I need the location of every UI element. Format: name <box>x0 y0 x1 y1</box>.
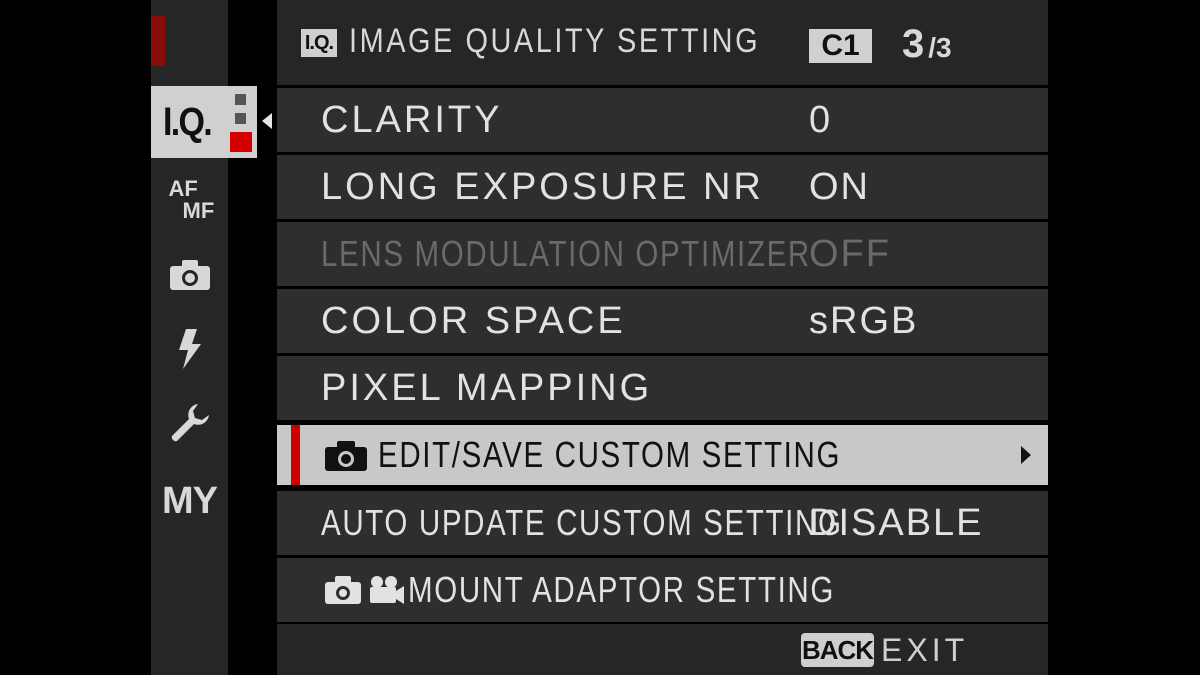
menu-item-clarity[interactable]: CLARITY 0 <box>277 88 1048 152</box>
page-title: IMAGE QUALITY SETTING <box>349 22 761 60</box>
camera-menu-screen: I.Q. AF MF MY I.Q. IMAGE QUALITY SETTING… <box>0 0 1200 675</box>
sidebar-scroll-indicator <box>151 16 165 66</box>
menu-item-value: OFF <box>809 233 891 275</box>
tab-flash-setting[interactable] <box>151 318 228 380</box>
header-iq-badge: I.Q. <box>301 29 337 57</box>
menu-item-edit-save-custom-setting[interactable]: EDIT/SAVE CUSTOM SETTING <box>277 425 1048 485</box>
menu-item-color-space[interactable]: COLOR SPACE sRGB <box>277 289 1048 353</box>
menu-item-label: LENS MODULATION OPTIMIZER <box>321 233 811 274</box>
flash-icon <box>178 329 201 369</box>
my-menu-icon: MY <box>162 479 218 522</box>
page-position-indicator <box>230 92 254 154</box>
selection-indicator <box>291 425 300 485</box>
menu-item-label: MOUNT ADAPTOR SETTING <box>408 569 836 610</box>
menu-item-pixel-mapping[interactable]: PIXEL MAPPING <box>277 356 1048 420</box>
camera-icon <box>325 441 367 471</box>
tab-my-menu[interactable]: MY <box>151 470 228 532</box>
menu-item-value: DISABLE <box>809 502 984 544</box>
tab-af-mf[interactable]: AF MF <box>151 170 228 232</box>
back-button[interactable]: BACK <box>801 633 874 667</box>
menu-item-label: CLARITY <box>321 99 503 141</box>
menu-item-mount-adaptor-setting[interactable]: MOUNT ADAPTOR SETTING <box>277 558 1048 622</box>
menu-item-value: 0 <box>809 99 833 141</box>
page-counter: 3/3 <box>902 22 952 67</box>
iq-icon: I.Q. <box>163 99 213 144</box>
mount-adaptor-icons <box>324 575 405 609</box>
menu-item-auto-update-custom-setting[interactable]: AUTO UPDATE CUSTOM SETTING DISABLE <box>277 491 1048 555</box>
tab-setup[interactable] <box>151 392 228 454</box>
page-current: 3 <box>902 22 925 66</box>
menu-item-label: AUTO UPDATE CUSTOM SETTING <box>321 502 843 543</box>
exit-label: EXIT <box>881 632 969 668</box>
menu-item-long-exposure-nr[interactable]: LONG EXPOSURE NR ON <box>277 155 1048 219</box>
menu-item-label: PIXEL MAPPING <box>321 367 653 409</box>
active-tab-pointer-icon <box>262 113 272 129</box>
camera-icon <box>325 576 361 604</box>
menu-item-label: LONG EXPOSURE NR <box>321 166 764 208</box>
movie-camera-icon <box>370 576 405 604</box>
custom-setting-badge: C1 <box>809 29 872 63</box>
chevron-right-icon <box>1021 446 1031 464</box>
wrench-icon <box>171 404 209 442</box>
af-mf-icon: AF MF <box>168 176 215 223</box>
menu-item-label: COLOR SPACE <box>321 300 626 342</box>
tab-shooting-setting[interactable] <box>151 244 228 306</box>
page-total: /3 <box>928 32 952 63</box>
camera-icon <box>169 260 210 290</box>
tab-image-quality[interactable]: I.Q. <box>151 86 257 158</box>
menu-item-value: ON <box>809 166 870 208</box>
menu-item-value: sRGB <box>809 300 919 342</box>
menu-item-lens-modulation-optimizer: LENS MODULATION OPTIMIZER OFF <box>277 222 1048 286</box>
menu-item-label: EDIT/SAVE CUSTOM SETTING <box>378 434 842 475</box>
